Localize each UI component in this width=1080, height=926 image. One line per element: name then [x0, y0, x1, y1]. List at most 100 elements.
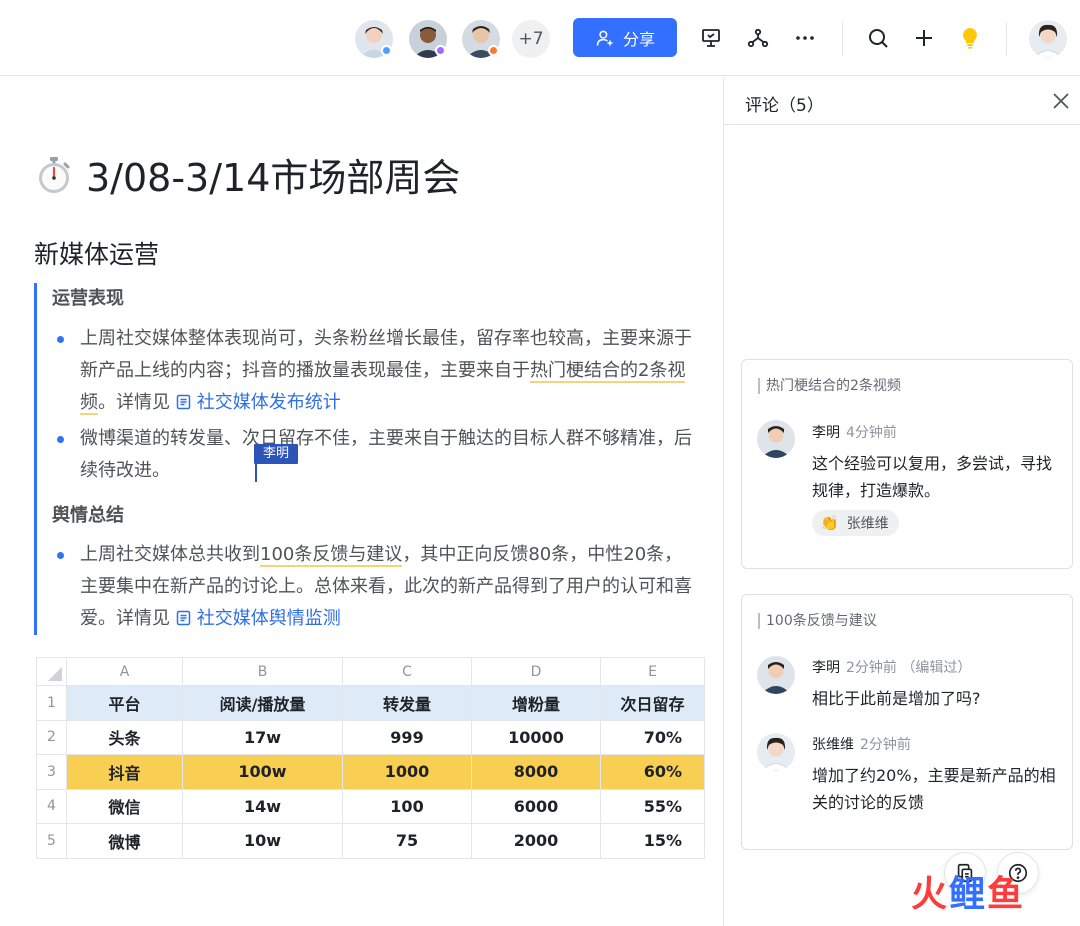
presence-dot [381, 45, 392, 56]
table-cell[interactable]: 17w [182, 719, 343, 755]
table-cell[interactable]: 6000 [471, 788, 601, 824]
list-item[interactable]: 上周社交媒体整体表现尚可，头条粉丝增长最佳，留存率也较高，主要来源于新产品上线的… [52, 323, 692, 419]
share-label: 分享 [622, 29, 655, 49]
table-row: 5 微博 10w 75 2000 15% [36, 823, 705, 859]
watermark-logo: 火鲤鱼 [911, 874, 1026, 915]
top-toolbar: +7 分享 [0, 0, 1080, 76]
table-cell[interactable]: 100w [182, 754, 343, 790]
table-cell[interactable]: 2000 [471, 823, 601, 859]
comment-text: 增加了约20%，主要是新产品的相关的讨论的反馈 [812, 766, 1056, 812]
doc-link-sentiment[interactable]: 社交媒体舆情监测 [176, 608, 341, 629]
table-cell[interactable]: 微博 [66, 823, 183, 859]
table-cell[interactable]: 55% [600, 788, 705, 824]
comment-text: 这个经验可以复用，多尝试，寻找规律，打造爆款。 [812, 454, 1053, 500]
column-header[interactable]: E [600, 657, 705, 686]
section-heading: 新媒体运营 [34, 240, 160, 269]
close-icon[interactable] [1049, 89, 1073, 113]
embedded-spreadsheet[interactable]: A B C D E 1 平台 阅读/播放量 转发量 增粉量 次日留存 2 头条 … [36, 657, 705, 859]
select-all-corner[interactable] [36, 657, 67, 686]
doc-link-publish-stats[interactable]: 社交媒体发布统计 [176, 392, 341, 413]
table-cell[interactable]: 次日留存 [600, 685, 705, 721]
comments-panel: 评论（5） 热门梗结合的2条视频 李明 4分钟前 这个经验可以复用，多尝试，寻找规… [723, 77, 1080, 926]
document-icon [176, 394, 190, 410]
presence-dot [435, 45, 446, 56]
comment-time: 2分钟前 （编辑过） [846, 660, 972, 676]
comment-time: 4分钟前 [846, 425, 897, 441]
commented-text[interactable]: 100条反馈与建议 [260, 544, 403, 567]
table-cell[interactable]: 1000 [342, 754, 472, 790]
comment-time: 2分钟前 [860, 737, 911, 753]
table-row: 4 微信 14w 100 6000 55% [36, 788, 705, 824]
share-button[interactable]: 分享 [573, 18, 677, 57]
table-cell[interactable]: 8000 [471, 754, 601, 790]
list-item[interactable]: 上周社交媒体总共收到100条反馈与建议，其中正向反馈80条，中性20条，主要集中… [52, 539, 692, 635]
column-header[interactable]: C [342, 657, 472, 686]
comment-thread[interactable]: 热门梗结合的2条视频 李明 4分钟前 这个经验可以复用，多尝试，寻找规律，打造爆款… [741, 359, 1073, 569]
add-icon[interactable] [910, 24, 938, 52]
comment-quote: 热门梗结合的2条视频 [758, 378, 901, 394]
paragraph-text: 上周社交媒体总共收到 [80, 544, 260, 565]
table-cell[interactable]: 100 [342, 788, 472, 824]
comments-panel-header: 评论（5） [724, 77, 1080, 125]
document-icon [176, 610, 190, 626]
list-item[interactable]: 微博渠道的转发量、次日留存不佳，主要来自于触达的目标人群不够精准，后续待改进。 [52, 423, 692, 487]
comments-title: 评论（5） [745, 96, 824, 116]
column-header[interactable]: A [66, 657, 183, 686]
row-number[interactable]: 2 [36, 719, 67, 755]
row-number[interactable]: 1 [36, 685, 67, 721]
comment-author: 张维维 [812, 737, 854, 753]
table-cell[interactable]: 10w [182, 823, 343, 859]
column-header[interactable]: B [182, 657, 343, 686]
table-row-highlighted: 3 抖音 100w 1000 8000 60% [36, 754, 705, 790]
table-cell[interactable]: 抖音 [66, 754, 183, 790]
more-options-icon[interactable] [791, 24, 819, 52]
comment-author: 李明 [812, 660, 840, 676]
row-number[interactable]: 3 [36, 754, 67, 790]
table-cell[interactable]: 头条 [66, 719, 183, 755]
mindmap-icon[interactable] [744, 24, 772, 52]
comment-meta: 张维维 2分钟前 [812, 734, 911, 754]
search-icon[interactable] [864, 24, 892, 52]
divider [842, 22, 843, 56]
reaction-user: 张维维 [846, 516, 889, 532]
present-icon[interactable] [697, 24, 725, 52]
comment-author: 李明 [812, 425, 840, 441]
table-cell[interactable]: 微信 [66, 788, 183, 824]
comment-quote: 100条反馈与建议 [758, 613, 877, 629]
table-cell[interactable]: 14w [182, 788, 343, 824]
table-cell[interactable]: 10000 [471, 719, 601, 755]
lightbulb-icon[interactable] [956, 24, 984, 52]
document-area: 3/08-3/14市场部周会 新媒体运营 运营表现 上周社交媒体整体表现尚可，头… [0, 77, 723, 926]
link-text: 社交媒体舆情监测 [196, 608, 341, 629]
divider [1006, 22, 1007, 56]
comment-thread[interactable]: 100条反馈与建议 李明 2分钟前 （编辑过） 相比于此前是增加了吗? 张维维 2分… [741, 594, 1073, 850]
row-number[interactable]: 4 [36, 788, 67, 824]
reaction-chip[interactable]: 👏 张维维 [812, 510, 899, 536]
table-cell[interactable]: 平台 [66, 685, 183, 721]
table-cell[interactable]: 75 [342, 823, 472, 859]
table-row: 2 头条 17w 999 10000 70% [36, 719, 705, 755]
table-cell[interactable]: 阅读/播放量 [182, 685, 343, 721]
quote-bar [34, 283, 37, 635]
presence-dot [488, 45, 499, 56]
row-number[interactable]: 5 [36, 823, 67, 859]
column-header[interactable]: D [471, 657, 601, 686]
avatar[interactable] [757, 656, 795, 694]
table-cell[interactable]: 70% [600, 719, 705, 755]
stopwatch-icon [39, 156, 70, 193]
avatar[interactable] [757, 733, 795, 771]
table-cell[interactable]: 60% [600, 754, 705, 790]
user-avatar[interactable] [1029, 20, 1067, 58]
table-cell[interactable]: 15% [600, 823, 705, 859]
avatar[interactable] [757, 420, 795, 458]
link-text: 社交媒体发布统计 [196, 392, 341, 413]
table-row: 1 平台 阅读/播放量 转发量 增粉量 次日留存 [36, 685, 705, 721]
more-collaborators-badge[interactable]: +7 [512, 20, 550, 58]
table-cell[interactable]: 999 [342, 719, 472, 755]
comment-text: 相比于此前是增加了吗? [812, 689, 981, 708]
table-cell[interactable]: 转发量 [342, 685, 472, 721]
paragraph-text: 微博渠道的转发量、次日留存不佳，主要来自于触达的目标人群不够精准，后续待改进。 [80, 428, 692, 481]
collaborator-cursor-label: 李明 [254, 444, 299, 464]
comment-meta: 李明 2分钟前 （编辑过） [812, 657, 971, 677]
table-cell[interactable]: 增粉量 [471, 685, 601, 721]
